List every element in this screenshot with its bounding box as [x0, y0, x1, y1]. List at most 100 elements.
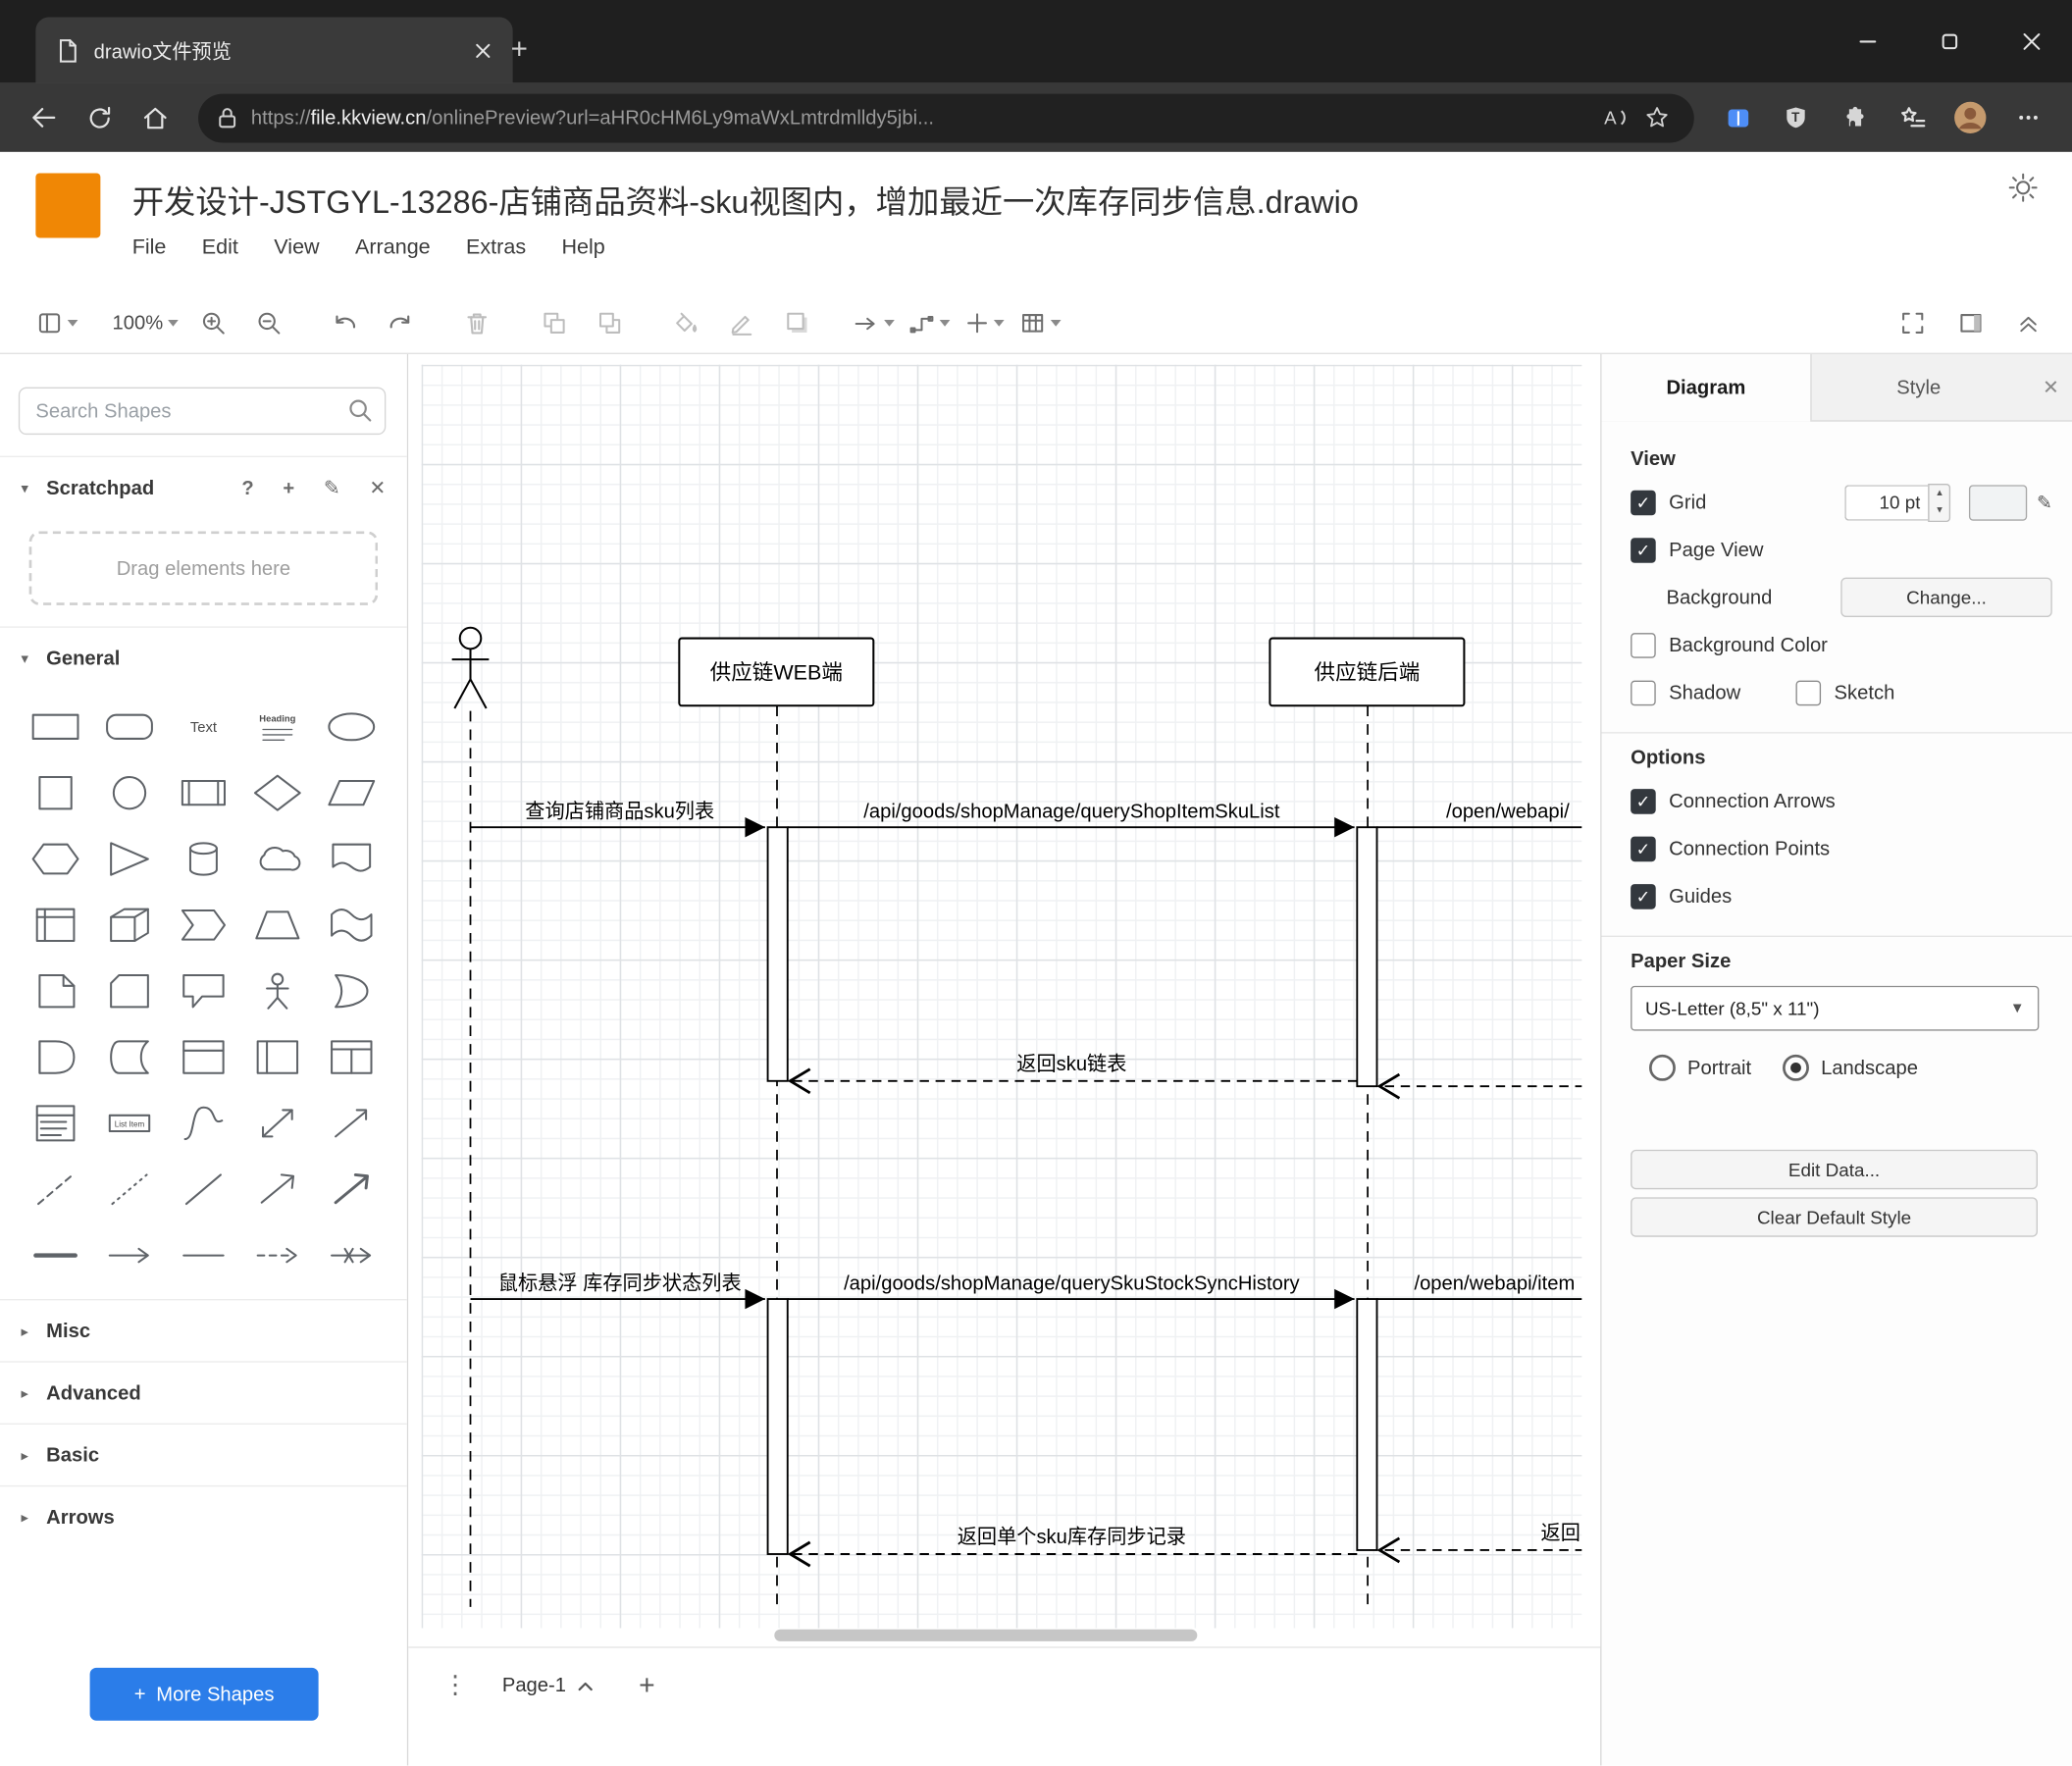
shape-cylinder[interactable]	[167, 826, 240, 892]
shape-data-storage[interactable]	[92, 1024, 166, 1090]
window-close-button[interactable]	[1990, 0, 2072, 83]
shadow-button[interactable]	[772, 302, 822, 344]
shape-card[interactable]	[92, 959, 166, 1024]
tab-style[interactable]: Style	[1812, 354, 2026, 420]
grid-size-stepper[interactable]: ▲ ▼	[1928, 483, 1951, 522]
connection-arrows-checkbox[interactable]: ✓	[1631, 788, 1656, 814]
connection-points-checkbox[interactable]: ✓	[1631, 835, 1656, 861]
arrows-section-header[interactable]: ▸ Arrows	[0, 1484, 407, 1547]
shape-process[interactable]	[167, 759, 240, 825]
shape-and[interactable]	[19, 1024, 92, 1090]
misc-section-header[interactable]: ▸ Misc	[0, 1299, 407, 1361]
general-section-header[interactable]: ▾ General	[0, 626, 407, 688]
read-aloud-icon[interactable]: A	[1593, 96, 1635, 138]
undo-button[interactable]	[320, 302, 370, 344]
fill-color-button[interactable]	[661, 302, 711, 344]
fullscreen-button[interactable]	[1887, 302, 1937, 344]
scratchpad-section-header[interactable]: ▾ Scratchpad ? + ✎ ✕	[0, 455, 407, 518]
theme-toggle-sun-icon[interactable]	[2003, 168, 2043, 207]
more-shapes-button[interactable]: + More Shapes	[89, 1667, 319, 1721]
participant-backend[interactable]: 供应链后端	[1269, 637, 1466, 707]
shape-dotted-line[interactable]	[92, 1157, 166, 1222]
profile-avatar[interactable]	[1945, 92, 1995, 142]
shape-text[interactable]: Text	[167, 694, 240, 759]
activation-web-2[interactable]	[766, 1298, 789, 1555]
shape-triangle[interactable]	[92, 826, 166, 892]
menu-help[interactable]: Help	[561, 236, 604, 260]
shape-rounded-rectangle[interactable]	[92, 694, 166, 759]
tab-diagram[interactable]: Diagram	[1601, 353, 1812, 422]
shape-cube[interactable]	[92, 892, 166, 958]
drawing-canvas[interactable]: 供应链WEB端 供应链后端 查询店铺商品sku列表 /api/goods/sho…	[408, 353, 1601, 1647]
shape-heading[interactable]: Heading	[240, 694, 314, 759]
to-front-button[interactable]	[529, 302, 579, 344]
pages-menu-icon[interactable]: ⋮	[442, 1669, 468, 1703]
paper-size-select[interactable]: US-Letter (8,5" x 11") ▼	[1631, 985, 2040, 1031]
grid-color-edit-icon[interactable]: ✎	[2037, 491, 2052, 513]
insert-dropdown[interactable]	[959, 302, 1010, 344]
background-color-checkbox[interactable]	[1631, 632, 1656, 658]
refresh-button[interactable]	[74, 92, 124, 142]
to-back-button[interactable]	[585, 302, 635, 344]
sketch-checkbox[interactable]	[1795, 680, 1822, 705]
shape-cloud[interactable]	[240, 826, 314, 892]
shape-trapezoid[interactable]	[240, 892, 314, 958]
shape-dashed-line[interactable]	[19, 1157, 92, 1222]
shape-bidirectional-arrow[interactable]	[240, 1090, 314, 1156]
scratchpad-help-icon[interactable]: ?	[241, 477, 253, 499]
menu-file[interactable]: File	[132, 236, 167, 260]
horizontal-scrollbar-thumb[interactable]	[774, 1630, 1198, 1642]
zoom-in-button[interactable]	[188, 302, 238, 344]
actor-figure[interactable]	[451, 626, 490, 709]
scratchpad-close-icon[interactable]: ✕	[369, 476, 386, 499]
menu-arrange[interactable]: Arrange	[355, 236, 431, 260]
shape-rectangle[interactable]	[19, 694, 92, 759]
page-tab[interactable]: Page-1	[489, 1669, 606, 1702]
collapse-header-button[interactable]	[2003, 302, 2053, 344]
scratchpad-dropzone[interactable]: Drag elements here	[28, 531, 379, 605]
new-tab-button[interactable]: +	[499, 29, 539, 69]
search-shapes-input[interactable]	[18, 387, 387, 436]
window-maximize-button[interactable]	[1908, 0, 1991, 83]
shadow-checkbox[interactable]	[1631, 680, 1656, 705]
shape-ellipse[interactable]	[315, 694, 388, 759]
delete-button[interactable]	[452, 302, 502, 344]
shape-container[interactable]	[167, 1024, 240, 1090]
shape-circle[interactable]	[92, 759, 166, 825]
shape-callout[interactable]	[167, 959, 240, 1024]
zoom-level-dropdown[interactable]: 100%	[108, 302, 182, 344]
shape-step[interactable]	[167, 892, 240, 958]
favorites-bar-icon[interactable]	[1887, 92, 1937, 142]
shape-list-item[interactable]: List Item	[92, 1090, 166, 1156]
shape-tape[interactable]	[315, 892, 388, 958]
activation-backend-2[interactable]	[1356, 1298, 1378, 1551]
guides-checkbox[interactable]: ✓	[1631, 883, 1656, 909]
landscape-radio[interactable]	[1783, 1054, 1809, 1081]
menu-extras[interactable]: Extras	[466, 236, 526, 260]
line-color-button[interactable]	[717, 302, 767, 344]
shape-or[interactable]	[315, 959, 388, 1024]
shape-note[interactable]	[19, 959, 92, 1024]
activation-backend-1[interactable]	[1356, 826, 1378, 1088]
portrait-radio[interactable]	[1648, 1054, 1676, 1081]
edit-data-button[interactable]: Edit Data...	[1631, 1149, 2038, 1190]
shape-horizontal-arrow[interactable]	[92, 1222, 166, 1288]
format-panel-close-icon[interactable]: ✕	[2026, 354, 2072, 420]
window-minimize-button[interactable]	[1826, 0, 1908, 83]
shape-diamond[interactable]	[240, 759, 314, 825]
tab-close-icon[interactable]	[468, 35, 497, 65]
grid-color-swatch[interactable]	[1969, 484, 2028, 521]
page-view-checkbox[interactable]: ✓	[1631, 537, 1656, 563]
menu-view[interactable]: View	[274, 236, 319, 260]
shape-list[interactable]	[19, 1090, 92, 1156]
shape-actor[interactable]	[240, 959, 314, 1024]
extensions-puzzle-icon[interactable]	[1829, 92, 1879, 142]
shape-diagonal-arrow[interactable]	[315, 1090, 388, 1156]
shape-hexagon[interactable]	[19, 826, 92, 892]
zoom-out-button[interactable]	[243, 302, 293, 344]
format-panel-toggle-button[interactable]	[1945, 302, 1995, 344]
view-options-button[interactable]	[31, 302, 81, 344]
shape-curve[interactable]	[167, 1090, 240, 1156]
clear-default-style-button[interactable]: Clear Default Style	[1631, 1197, 2038, 1237]
browser-menu-icon[interactable]	[2003, 92, 2053, 142]
